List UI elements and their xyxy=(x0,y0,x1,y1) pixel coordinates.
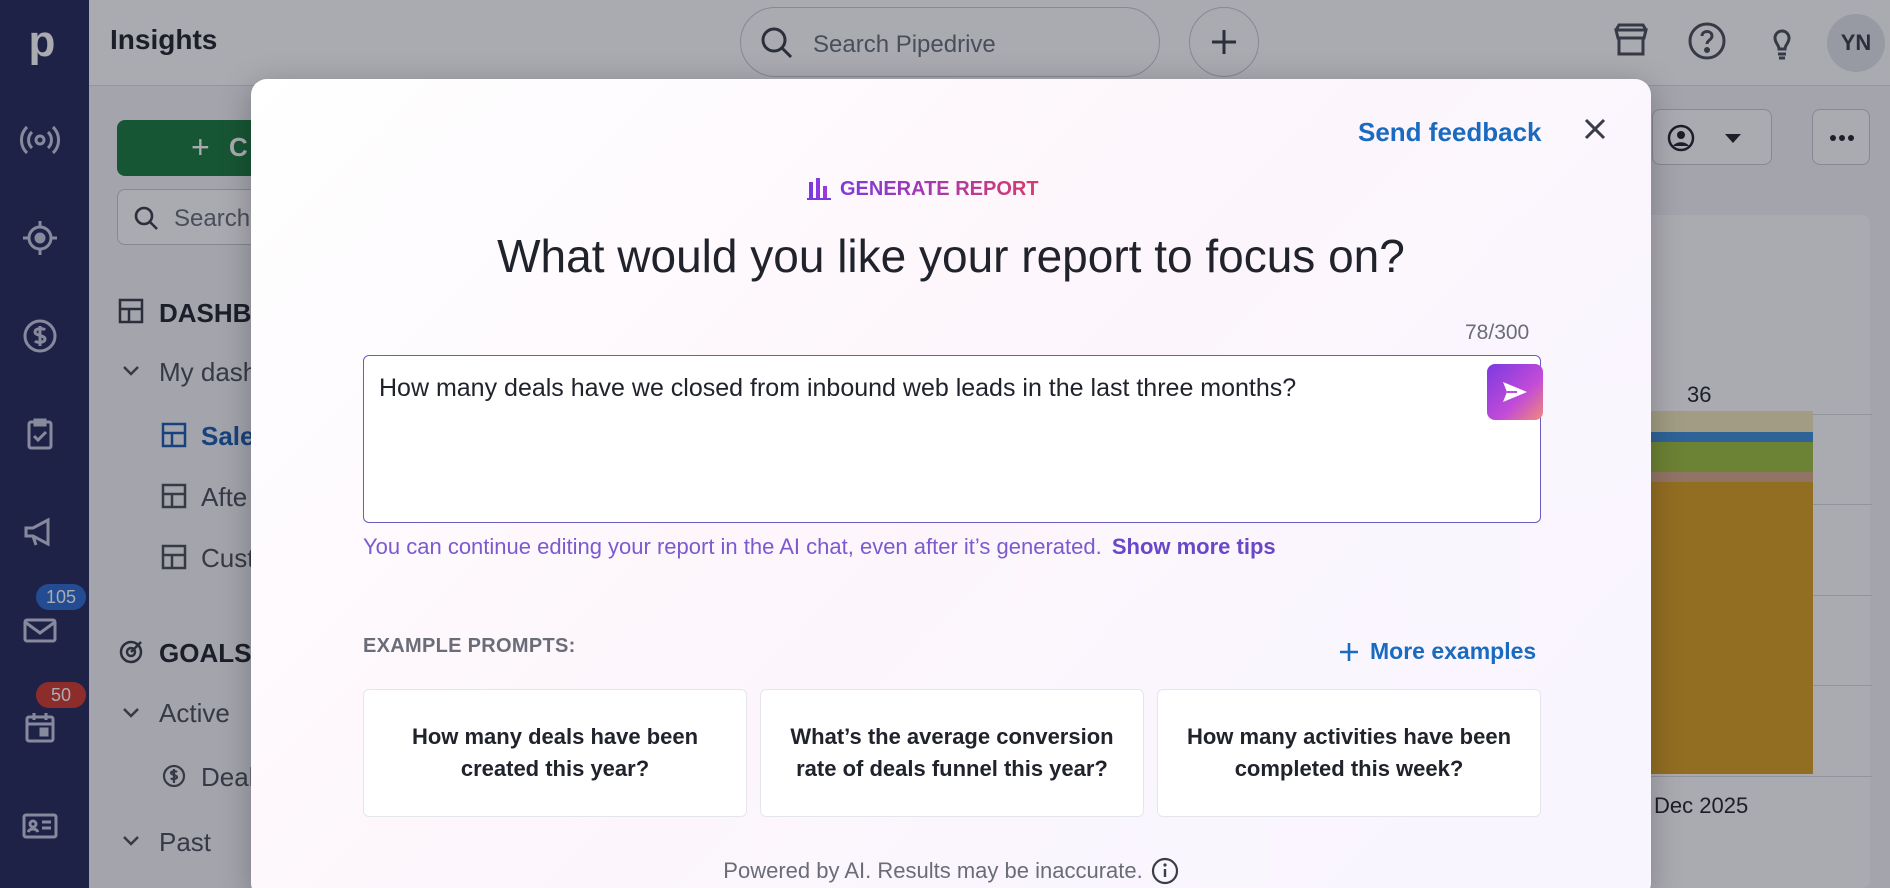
example-prompts-label: EXAMPLE PROMPTS: xyxy=(363,635,576,657)
show-more-tips-link[interactable]: Show more tips xyxy=(1112,534,1276,559)
send-feedback-link[interactable]: Send feedback xyxy=(1358,117,1542,148)
report-prompt-textarea[interactable]: How many deals have we closed from inbou… xyxy=(363,355,1543,523)
send-icon xyxy=(1503,382,1527,402)
plus-icon xyxy=(1340,642,1358,661)
close-icon[interactable] xyxy=(1579,113,1611,145)
modal-heading: What would you like your report to focus… xyxy=(497,230,1405,282)
more-examples-label: More examples xyxy=(1370,638,1537,664)
more-examples-button[interactable]: More examples xyxy=(1338,638,1536,665)
generate-report-badge: GENERATE REPORT xyxy=(806,176,1039,202)
ai-disclaimer: Powered by AI. Results may be inaccurate… xyxy=(251,857,1651,885)
example-prompt-card[interactable]: What’s the average conversion rate of de… xyxy=(760,689,1144,817)
bar-chart-icon xyxy=(807,178,831,200)
generate-report-modal: Send feedback GENERATE REPORT What would… xyxy=(251,79,1651,888)
send-button[interactable] xyxy=(1487,364,1543,420)
generate-report-label: GENERATE REPORT xyxy=(840,177,1039,200)
editing-hint-text: You can continue editing your report in … xyxy=(363,534,1102,559)
ai-disclaimer-text: Powered by AI. Results may be inaccurate… xyxy=(723,858,1143,883)
report-prompt-value: How many deals have we closed from inbou… xyxy=(379,374,1297,402)
info-icon[interactable] xyxy=(1151,857,1179,885)
character-counter: 78/300 xyxy=(1465,321,1530,344)
editing-hint: You can continue editing your report in … xyxy=(363,534,1276,560)
example-prompt-card[interactable]: How many deals have been created this ye… xyxy=(363,689,747,817)
example-prompt-card[interactable]: How many activities have been completed … xyxy=(1157,689,1541,817)
